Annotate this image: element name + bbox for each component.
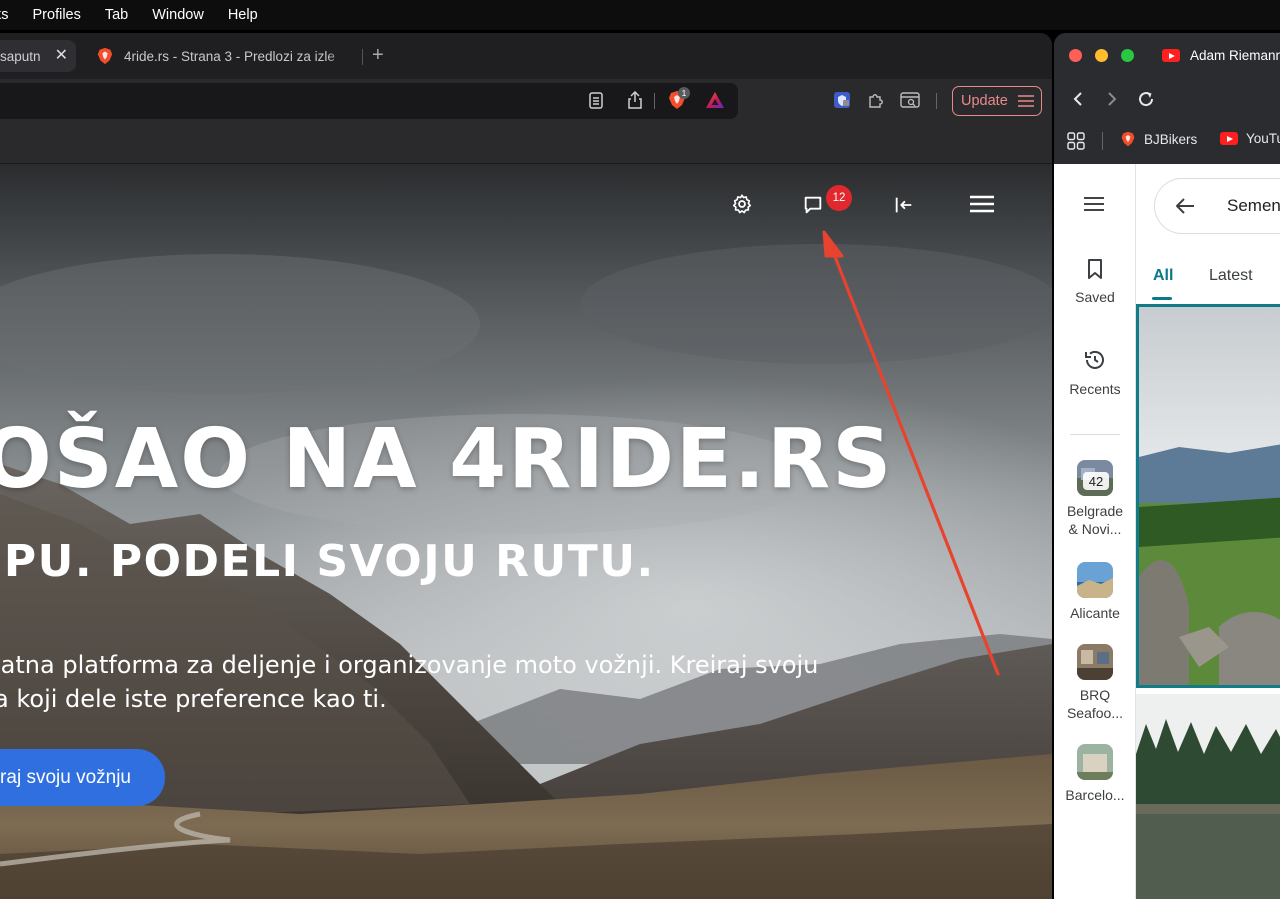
place-label-line-1: Belgrade xyxy=(1066,503,1124,519)
photo-lake[interactable] xyxy=(1136,694,1280,899)
4ride-hero-page: OŠAO NA 4RIDE.RS IPU. PODELI SVOJU RUTU.… xyxy=(0,164,1052,899)
menu-tab[interactable]: Tab xyxy=(105,7,128,23)
shield-count-badge: 1 xyxy=(678,87,690,99)
bookmark-label: YouTu xyxy=(1246,131,1280,146)
place-barcelona[interactable]: Barcelo... xyxy=(1054,744,1136,804)
youtube-icon xyxy=(1220,132,1238,145)
brave-rewards-icon[interactable] xyxy=(704,90,726,110)
zoom-window-button[interactable] xyxy=(1121,49,1134,62)
sidebar-label: Recents xyxy=(1069,381,1121,397)
brave-lion-icon xyxy=(97,47,113,65)
place-alicante[interactable]: Alicante xyxy=(1054,562,1136,622)
sidebar-label: Saved xyxy=(1075,289,1115,305)
hamburger-menu-icon xyxy=(1018,95,1034,107)
bookmarks-bar xyxy=(0,121,1052,164)
hamburger-menu-icon[interactable] xyxy=(1082,194,1106,214)
menu-bookmarks[interactable]: ks xyxy=(0,7,9,23)
tab-latest[interactable]: Latest xyxy=(1209,267,1253,285)
maps-panel: Saved Recents 42 Belgrade & Novi... Alic… xyxy=(1054,164,1280,899)
forward-icon[interactable] xyxy=(1104,90,1120,108)
bookmarks-bar: BJBikers YouTu xyxy=(1054,117,1280,164)
place-thumbnail xyxy=(1077,744,1113,780)
vpn-extension-icon[interactable] xyxy=(832,90,852,110)
tab-underline xyxy=(1152,297,1172,300)
tab-4ride[interactable]: 4ride.rs - Strana 3 - Predlozi za izle xyxy=(90,40,352,72)
sidebar-divider xyxy=(1070,434,1120,435)
place-label-line-2: Seafoo... xyxy=(1066,705,1124,721)
close-window-button[interactable] xyxy=(1069,49,1082,62)
tab-youtube[interactable]: Adam Riemann xyxy=(1162,48,1280,63)
tab-title: saputn xyxy=(0,48,41,64)
maps-search-text: Semen xyxy=(1227,196,1280,215)
new-tab-icon[interactable]: + xyxy=(372,44,384,67)
reader-mode-icon[interactable] xyxy=(587,91,605,109)
back-icon[interactable] xyxy=(1070,90,1086,108)
place-label-line-1: BRQ xyxy=(1079,687,1111,703)
maps-sidebar: Saved Recents 42 Belgrade & Novi... Alic… xyxy=(1054,164,1136,899)
update-label: Update xyxy=(961,93,1008,109)
extensions-puzzle-icon[interactable] xyxy=(866,90,886,110)
youtube-icon xyxy=(1162,49,1180,62)
sidebar-item-saved[interactable]: Saved xyxy=(1054,258,1136,306)
menu-profiles[interactable]: Profiles xyxy=(33,7,81,23)
menu-help[interactable]: Help xyxy=(228,7,258,23)
place-label-line-1: Alicante xyxy=(1070,605,1120,621)
bookmarks-divider xyxy=(1102,132,1103,150)
tab-active[interactable]: saputn ✕ xyxy=(0,40,76,72)
bookmark-icon xyxy=(1088,259,1102,279)
apps-grid-icon[interactable] xyxy=(1066,131,1086,151)
sidebar-item-recents[interactable]: Recents xyxy=(1054,348,1136,398)
place-label-line-2: & Novi... xyxy=(1068,521,1122,537)
place-thumbnail xyxy=(1077,644,1113,680)
reload-icon[interactable] xyxy=(1136,89,1156,109)
place-thumbnail xyxy=(1077,562,1113,598)
minimize-window-button[interactable] xyxy=(1095,49,1108,62)
place-thumbnail: 42 xyxy=(1077,460,1113,496)
place-brq-seafood[interactable]: BRQ Seafoo... xyxy=(1054,644,1136,722)
toolbar-divider xyxy=(654,93,655,109)
close-tab-icon[interactable]: ✕ xyxy=(55,45,68,65)
wallet-icon[interactable] xyxy=(899,90,921,110)
browser-toolbar: 1 Update xyxy=(0,79,1052,121)
tab-title: 4ride.rs - Strana 3 - Predlozi za izle xyxy=(124,48,335,64)
brave-shields-icon[interactable]: 1 xyxy=(665,87,690,112)
annotation-arrow xyxy=(822,230,1000,676)
photo-selected[interactable] xyxy=(1136,304,1280,688)
bookmark-youtube[interactable]: YouTu xyxy=(1220,131,1280,146)
tab-title: Adam Riemann xyxy=(1190,48,1280,63)
chrome-window: Adam Riemann BJBikers YouT Saved Recents… xyxy=(1054,33,1280,899)
brave-lion-icon xyxy=(1121,131,1135,147)
bookmark-bjbikers[interactable]: BJBikers xyxy=(1120,131,1197,147)
share-icon[interactable] xyxy=(625,90,645,110)
toolbar-divider xyxy=(936,93,937,109)
place-label-line-1: Barcelo... xyxy=(1065,787,1125,803)
tab-bar: Adam Riemann xyxy=(1054,33,1280,79)
menu-window[interactable]: Window xyxy=(152,7,204,23)
tab-bar: saputn ✕ 4ride.rs - Strana 3 - Predlozi … xyxy=(0,33,1052,79)
tab-separator xyxy=(362,49,363,65)
history-icon xyxy=(1085,350,1104,369)
navigation-toolbar xyxy=(1054,79,1280,117)
update-button[interactable]: Update xyxy=(952,86,1042,116)
brave-window: saputn ✕ 4ride.rs - Strana 3 - Predlozi … xyxy=(0,33,1052,899)
place-belgrade[interactable]: 42 Belgrade & Novi... xyxy=(1054,460,1136,538)
tab-all[interactable]: All xyxy=(1153,267,1173,285)
macos-menu-bar: ks Profiles Tab Window Help xyxy=(0,0,1280,30)
back-arrow-icon[interactable] xyxy=(1174,196,1196,216)
place-count-badge: 42 xyxy=(1083,472,1109,490)
bookmark-label: BJBikers xyxy=(1144,131,1198,147)
